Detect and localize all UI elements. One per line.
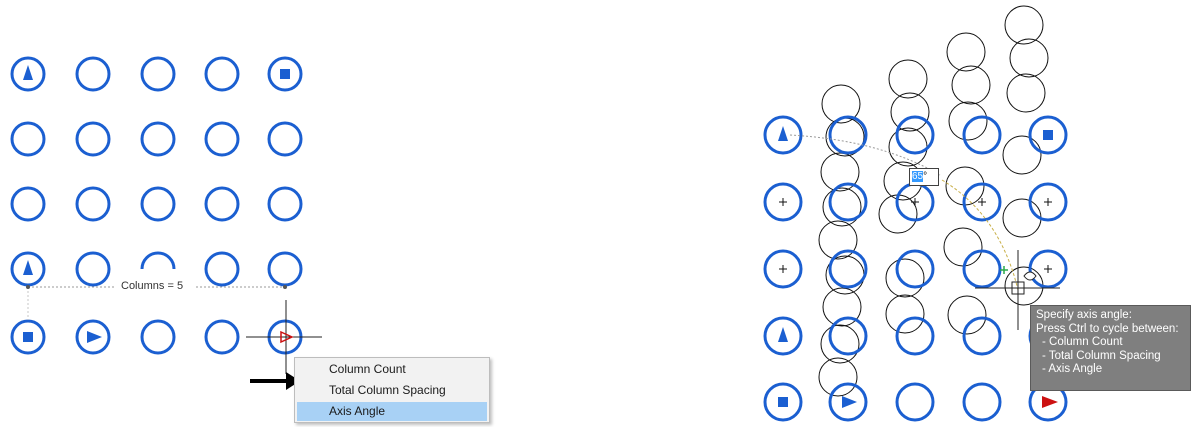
tooltip-hint: Press Ctrl to cycle between: [1036, 322, 1179, 335]
array-circle [140, 121, 176, 157]
square-grip-icon [280, 69, 290, 79]
array-circle [140, 186, 176, 222]
array-circle [204, 186, 240, 222]
array-circle [267, 251, 303, 287]
tooltip-option: - Axis Angle [1042, 363, 1103, 375]
black-pointer-arrow-icon [250, 372, 300, 390]
array-circle [75, 186, 111, 222]
dimension-dot [283, 285, 287, 289]
menu-item-total-column-spacing[interactable]: Total Column Spacing [297, 381, 487, 400]
up-arrow-grip-icon [23, 260, 33, 275]
menu-item-column-count[interactable]: Column Count [297, 360, 487, 379]
array-circle [75, 121, 111, 157]
square-grip-icon [778, 397, 788, 407]
array-circle-partial [140, 251, 176, 270]
right-arrow-grip-icon [842, 396, 857, 408]
array-circle [75, 56, 111, 92]
red-triangle-grip-icon [1042, 396, 1058, 408]
array-circle [75, 251, 111, 287]
up-arrow-grip-icon [778, 126, 788, 141]
left-grips[interactable] [23, 65, 290, 343]
array-circle [267, 186, 303, 222]
array-circle [140, 319, 176, 355]
array-circle [267, 121, 303, 157]
array-circle [204, 251, 240, 287]
square-grip-icon [23, 332, 33, 342]
array-circle [10, 186, 46, 222]
square-grip-icon [1043, 130, 1053, 140]
tooltip-prompt: Specify axis angle: [1036, 309, 1132, 321]
up-arrow-grip-icon [778, 327, 788, 342]
array-circle [204, 56, 240, 92]
angle-value: 65 [912, 171, 924, 182]
angle-input[interactable]: 65° [909, 168, 939, 186]
up-arrow-grip-icon [23, 65, 33, 80]
tooltip-option: - Total Column Spacing [1042, 349, 1161, 362]
menu-item-axis-angle[interactable]: Axis Angle [297, 402, 487, 421]
angle-unit: ° [923, 171, 928, 182]
right-arrow-grip-icon [87, 331, 102, 343]
array-circle [140, 56, 176, 92]
array-circle [204, 319, 240, 355]
array-circle [204, 121, 240, 157]
column-count-label: Columns = 5 [119, 280, 186, 292]
context-menu: Column Count Total Column Spacing Axis A… [294, 357, 490, 423]
dimension-dot [26, 285, 30, 289]
left-array [10, 56, 303, 355]
drawing-canvas[interactable] [0, 0, 1196, 427]
command-tooltip: Specify axis angle: Press Ctrl to cycle … [1030, 305, 1191, 391]
tooltip-option: - Column Count [1042, 336, 1123, 348]
array-circle [10, 121, 46, 157]
